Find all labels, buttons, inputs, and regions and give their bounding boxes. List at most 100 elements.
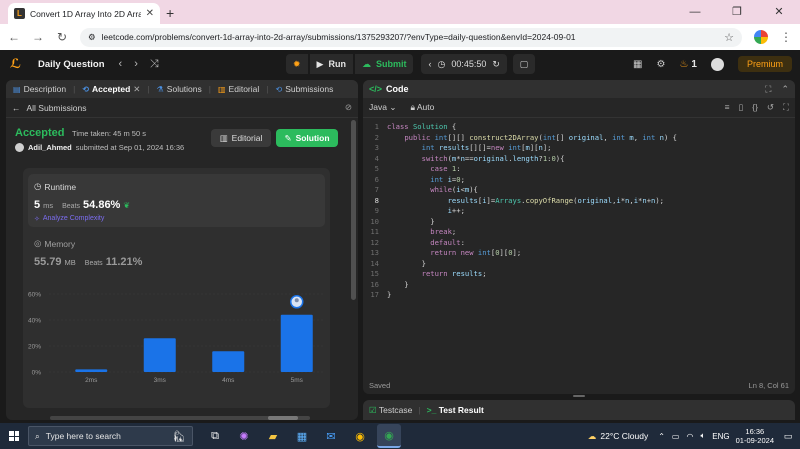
browser-menu-icon[interactable]: ⋮: [780, 30, 792, 44]
code-line[interactable]: 12 default:: [363, 238, 795, 249]
left-scrollbar[interactable]: [351, 120, 356, 300]
close-tab-icon[interactable]: ✕: [133, 84, 140, 95]
tab-accepted[interactable]: ⟲ Accepted ✕: [79, 84, 143, 95]
language-indicator[interactable]: ENG: [712, 432, 729, 441]
settings-gear-icon[interactable]: ⚙: [656, 59, 665, 70]
format-icon[interactable]: ≡: [725, 102, 730, 113]
code-line[interactable]: 1 class Solution {: [363, 122, 795, 133]
auto-complete-toggle[interactable]: 🔒︎ Auto: [410, 102, 434, 113]
submit-label: Submit: [375, 59, 407, 69]
battery-icon[interactable]: ▭: [672, 432, 680, 441]
debug-icon[interactable]: ✹: [286, 54, 308, 74]
store-icon[interactable]: ▦: [290, 424, 314, 448]
taskbar-clock[interactable]: 16:36 01-09-2024: [736, 427, 774, 445]
chrome-active-icon[interactable]: ◉: [377, 424, 401, 448]
language-select[interactable]: Java ⌄: [369, 102, 396, 113]
tab-divider: |: [418, 405, 421, 415]
code-line[interactable]: 9 i++;: [363, 206, 795, 217]
tab-test-result[interactable]: >_ Test Result: [427, 405, 484, 415]
username[interactable]: Adil_Ahmed: [28, 143, 72, 152]
bookmark-star-icon[interactable]: ☆: [724, 31, 734, 44]
start-button[interactable]: [0, 423, 28, 449]
taskbar-search[interactable]: ⌕ Type here to search 🦍︎: [28, 426, 193, 446]
timer[interactable]: ‹ ◷ 00:45:50 ↻: [421, 54, 507, 74]
next-problem-icon[interactable]: ›: [134, 58, 138, 71]
code-line[interactable]: 11 break;: [363, 227, 795, 238]
minimize-icon[interactable]: —: [674, 0, 716, 24]
timer-collapse-icon[interactable]: ‹: [428, 59, 431, 69]
windows-taskbar: ⌕ Type here to search 🦍︎ ⧉ ✺ ▰ ▦ ✉ ◉ ◉ ☁…: [0, 423, 800, 449]
code-line[interactable]: 16 }: [363, 280, 795, 291]
volume-icon[interactable]: 🔈︎: [700, 431, 705, 441]
panel-resize-handle[interactable]: [573, 395, 585, 397]
share-icon[interactable]: ⊘: [345, 102, 352, 113]
leetcode-logo-icon[interactable]: ℒ: [10, 57, 24, 71]
collapse-icon[interactable]: ⌃: [781, 84, 789, 95]
code-line[interactable]: 2 public int[][] construct2DArray(int[] …: [363, 133, 795, 144]
maximize-icon[interactable]: ⛶: [765, 84, 771, 95]
daily-question-title[interactable]: Daily Question: [38, 59, 105, 70]
memory-box[interactable]: ◎ Memory 55.79 MB Beats 11.21%: [34, 238, 324, 268]
notifications-icon[interactable]: ▭: [780, 431, 796, 442]
file-explorer-icon[interactable]: ▰: [261, 424, 285, 448]
runtime-box[interactable]: ◷ Runtime 5 ms Beats 54.86% ❦ ✧ Analyze …: [28, 174, 325, 227]
code-editor[interactable]: 1 class Solution {2 public int[][] constr…: [363, 122, 795, 352]
code-line[interactable]: 4 switch(m*n==original.length?1:0){: [363, 154, 795, 165]
code-line[interactable]: 17}: [363, 290, 795, 301]
solution-button[interactable]: ✎ Solution: [276, 129, 338, 147]
analyze-complexity-link[interactable]: ✧ Analyze Complexity: [34, 215, 319, 223]
site-info-icon[interactable]: ⚙: [88, 32, 96, 43]
new-tab-icon[interactable]: +: [166, 3, 174, 24]
run-button[interactable]: ▶ Run: [309, 54, 353, 74]
code-line[interactable]: 15 return results;: [363, 269, 795, 280]
all-submissions-link[interactable]: All Submissions: [27, 103, 87, 113]
close-tab-icon[interactable]: ✕: [146, 8, 154, 19]
wifi-icon[interactable]: ◠: [686, 432, 693, 441]
code-line[interactable]: 6 int i=0;: [363, 175, 795, 186]
tab-submissions[interactable]: ⟲ Submissions: [272, 84, 336, 94]
reset-icon[interactable]: ↺: [767, 102, 774, 113]
premium-button[interactable]: Premium: [737, 56, 792, 72]
editorial-button[interactable]: ▥ Editorial: [211, 129, 271, 147]
task-view-icon[interactable]: ⧉: [203, 424, 227, 448]
profile-avatar-icon[interactable]: [754, 30, 768, 44]
browser-tab[interactable]: L Convert 1D Array Into 2D Array ✕: [8, 3, 160, 24]
back-icon[interactable]: ←: [8, 30, 20, 44]
reload-icon[interactable]: ↻: [56, 30, 68, 44]
submit-button[interactable]: ☁ Submit: [354, 54, 414, 74]
tab-description[interactable]: ▤ Description: [10, 84, 69, 94]
code-line[interactable]: 3 int results[][]=new int[m][n];: [363, 143, 795, 154]
streak-counter[interactable]: ♨ 1: [679, 59, 697, 70]
code-line[interactable]: 5 case 1:: [363, 164, 795, 175]
weather-widget[interactable]: ☁ 22°C Cloudy: [588, 431, 648, 442]
chrome-icon[interactable]: ◉: [348, 424, 372, 448]
tab-editorial[interactable]: ▥ Editorial: [215, 84, 262, 94]
braces-icon[interactable]: {}: [752, 102, 758, 113]
tab-testcase[interactable]: ☑ Testcase: [369, 405, 412, 416]
restore-icon[interactable]: ❐: [716, 0, 758, 24]
code-line[interactable]: 7 while(i<m){: [363, 185, 795, 196]
chart-horizontal-scrollbar[interactable]: [50, 416, 310, 420]
scrollbar-thumb[interactable]: [268, 416, 298, 420]
back-arrow-icon[interactable]: ←: [12, 103, 21, 113]
url-field[interactable]: ⚙ leetcode.com/problems/convert-1d-array…: [80, 27, 742, 47]
tab-solutions[interactable]: ⚗ Solutions: [154, 84, 205, 94]
timer-reset-icon[interactable]: ↻: [492, 59, 500, 70]
code-line[interactable]: 14 }: [363, 259, 795, 270]
code-line[interactable]: 10 }: [363, 217, 795, 228]
all-submissions-bar[interactable]: ← All Submissions ⊘: [6, 98, 358, 118]
code-line[interactable]: 13 return new int[0][0];: [363, 248, 795, 259]
bookmark-icon[interactable]: ▯: [739, 102, 744, 113]
shuffle-icon[interactable]: ⤨: [150, 58, 159, 71]
prev-problem-icon[interactable]: ‹: [119, 58, 123, 71]
user-avatar[interactable]: [710, 57, 724, 71]
layout-icon[interactable]: ▦: [633, 59, 642, 70]
fullscreen-icon[interactable]: ⛶: [783, 102, 789, 113]
code-line[interactable]: 8 results[i]=Arrays.copyOfRange(original…: [363, 196, 795, 207]
mail-icon[interactable]: ✉: [319, 424, 343, 448]
notes-icon[interactable]: ▢: [512, 54, 535, 74]
forward-icon[interactable]: →: [32, 30, 44, 44]
close-window-icon[interactable]: ✕: [758, 0, 800, 24]
copilot-icon[interactable]: ✺: [232, 424, 256, 448]
tray-chevron-icon[interactable]: ⌃: [658, 432, 665, 441]
